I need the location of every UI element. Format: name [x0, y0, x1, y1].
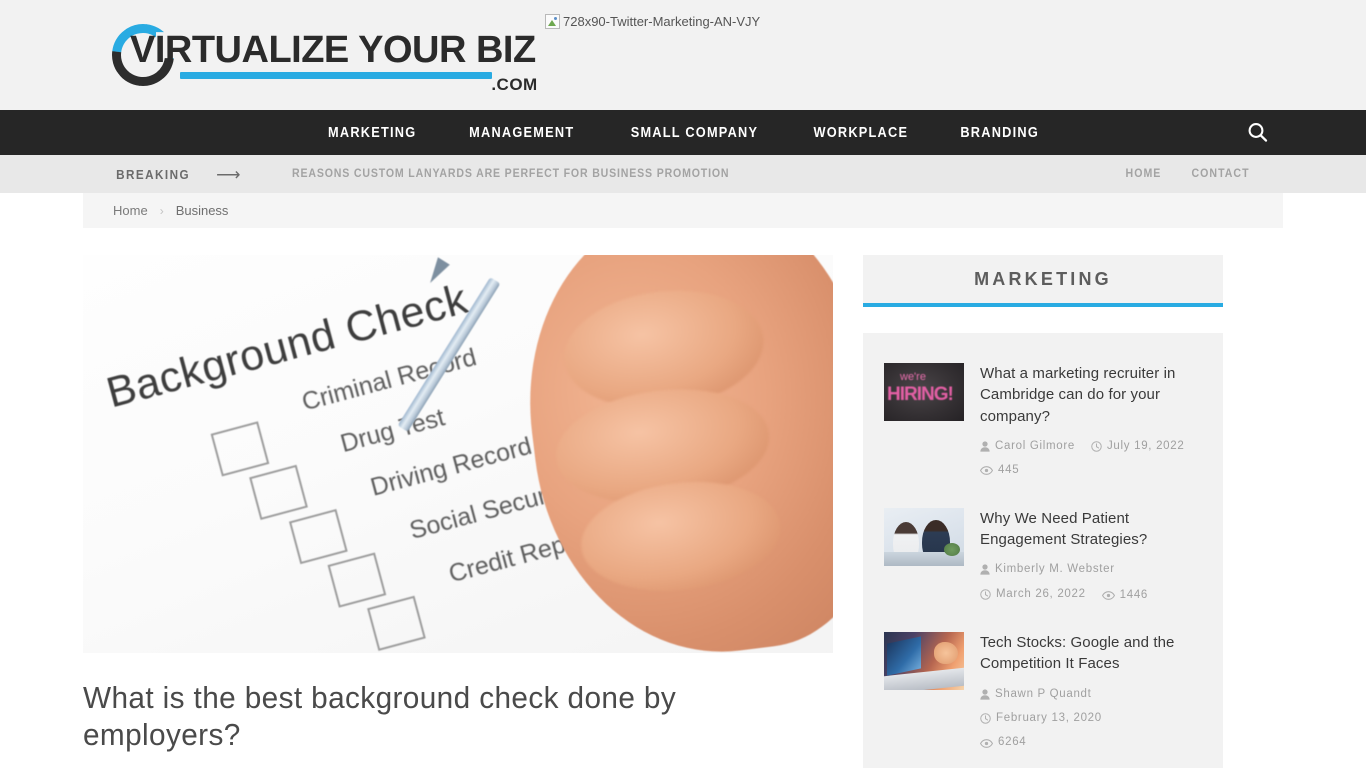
main-content: Background Check Criminal Record Drug Te…: [83, 255, 833, 768]
breaking-link-contact[interactable]: CONTACT: [1191, 168, 1249, 180]
form-line-drug-test: Drug Test: [337, 403, 448, 459]
post-author: Shawn P Quandt: [980, 684, 1092, 705]
user-icon: [980, 564, 990, 575]
main-navigation: MARKETING MANAGEMENT SMALL COMPANY WORKP…: [0, 110, 1366, 155]
post-views: 1446: [1101, 585, 1149, 606]
post-views-count: 445: [998, 464, 1020, 477]
post-author: Carol Gilmore: [980, 436, 1075, 457]
form-checkbox: [366, 596, 426, 652]
breaking-news-bar: BREAKING ⟶ REASONS CUSTOM LANYARDS ARE P…: [0, 155, 1366, 193]
search-icon[interactable]: [1245, 120, 1271, 146]
nav-item-workplace[interactable]: WORKPLACE: [796, 125, 926, 141]
breaking-label: BREAKING: [116, 166, 191, 182]
form-checkbox: [249, 465, 309, 521]
user-icon: [980, 689, 990, 700]
post-body: Tech Stocks: Google and the Competition …: [980, 632, 1202, 756]
user-icon: [980, 441, 990, 452]
post-date-text: March 26, 2022: [996, 587, 1086, 600]
post-author: Kimberly M. Webster: [980, 559, 1115, 580]
logo-main-text: VIRTUALIZE YOUR BIZ: [130, 29, 536, 71]
post-title[interactable]: What a marketing recruiter in Cambridge …: [980, 363, 1202, 427]
post-date: February 13, 2020: [980, 708, 1102, 729]
sidebar: MARKETING we're HIRING! What a marketing…: [863, 255, 1223, 768]
article-title: What is the best background check done b…: [83, 680, 677, 753]
breadcrumb-item-business[interactable]: Business: [176, 203, 229, 218]
post-thumbnail[interactable]: [884, 507, 964, 566]
form-checkbox: [288, 508, 348, 565]
post-date-text: July 19, 2022: [1106, 439, 1185, 452]
nav-list: MARKETING MANAGEMENT SMALL COMPANY WORKP…: [302, 125, 1064, 141]
post-meta: Carol Gilmore July 19, 2022 445: [980, 436, 1202, 484]
nav-item-management[interactable]: MANAGEMENT: [452, 125, 592, 141]
post-title[interactable]: Tech Stocks: Google and the Competition …: [980, 632, 1202, 675]
thumbnail-text-were: we're: [900, 371, 926, 383]
broken-image-icon: [545, 14, 560, 29]
post-thumbnail[interactable]: we're HIRING!: [884, 363, 964, 421]
clock-icon: [1091, 441, 1102, 452]
list-item[interactable]: we're HIRING! What a marketing recruiter…: [884, 351, 1202, 496]
post-body: What a marketing recruiter in Cambridge …: [980, 363, 1202, 484]
article-featured-image: Background Check Criminal Record Drug Te…: [83, 255, 833, 653]
logo-text-block: VIRTUALIZE YOUR BIZ .COM: [130, 29, 537, 94]
eye-icon: [980, 738, 993, 748]
sidebar-widget-marketing: MARKETING we're HIRING! What a marketing…: [863, 255, 1223, 768]
site-logo[interactable]: VIRTUALIZE YOUR BIZ .COM: [99, 11, 537, 99]
breadcrumb: Home › Business: [83, 193, 1283, 228]
post-meta: Kimberly M. Webster March 26, 2022 1446: [980, 559, 1202, 608]
chevron-right-icon: ›: [159, 203, 164, 218]
form-checkbox: [210, 421, 269, 477]
nav-item-marketing[interactable]: MARKETING: [310, 125, 434, 141]
nav-item-small-company[interactable]: SMALL COMPANY: [613, 125, 776, 141]
post-author-name: Kimberly M. Webster: [995, 563, 1115, 576]
post-date: July 19, 2022: [1091, 436, 1185, 457]
post-thumbnail[interactable]: [884, 632, 964, 691]
post-date-text: February 13, 2020: [996, 712, 1102, 725]
post-views-count: 6264: [998, 736, 1027, 749]
post-views-count: 1446: [1119, 588, 1149, 601]
site-header: VIRTUALIZE YOUR BIZ .COM 728x90-Twitter-…: [0, 0, 1366, 110]
post-body: Why We Need Patient Engagement Strategie…: [980, 508, 1202, 608]
arrow-right-icon: ⟶: [216, 164, 241, 184]
widget-post-list: we're HIRING! What a marketing recruiter…: [863, 333, 1223, 768]
header-ad-alt-text: 728x90-Twitter-Marketing-AN-VJY: [563, 14, 761, 29]
widget-header: MARKETING: [863, 255, 1223, 307]
post-views: 445: [980, 460, 1019, 481]
breadcrumb-wrapper: Home › Business: [0, 193, 1366, 228]
list-item[interactable]: Tech Stocks: Google and the Competition …: [884, 620, 1202, 768]
eye-icon: [980, 466, 993, 476]
clock-icon: [980, 713, 991, 724]
eye-icon: [1101, 590, 1115, 600]
breaking-link-home[interactable]: HOME: [1126, 168, 1162, 180]
breaking-links: HOME CONTACT: [1124, 168, 1252, 180]
post-views: 6264: [980, 732, 1026, 753]
post-author-name: Shawn P Quandt: [995, 687, 1092, 700]
post-date: March 26, 2022: [980, 584, 1086, 605]
page-body: Background Check Criminal Record Drug Te…: [0, 228, 1366, 768]
breadcrumb-item-home[interactable]: Home: [113, 203, 148, 218]
post-title[interactable]: Why We Need Patient Engagement Strategie…: [980, 508, 1202, 551]
logo-com-text: .COM: [491, 75, 538, 94]
post-author-name: Carol Gilmore: [995, 439, 1076, 452]
logo-underline: [180, 72, 492, 79]
form-checkbox: [327, 552, 387, 608]
breaking-ticker-item[interactable]: REASONS CUSTOM LANYARDS ARE PERFECT FOR …: [292, 168, 729, 180]
thumbnail-text-hiring: HIRING!: [887, 384, 954, 405]
list-item[interactable]: Why We Need Patient Engagement Strategie…: [884, 496, 1202, 620]
clock-icon: [980, 589, 991, 600]
widget-title: MARKETING: [974, 268, 1112, 289]
header-ad-banner[interactable]: 728x90-Twitter-Marketing-AN-VJY: [545, 14, 760, 29]
nav-item-branding[interactable]: BRANDING: [942, 125, 1056, 141]
post-meta: Shawn P Quandt February 13, 2020 6264: [980, 684, 1202, 756]
